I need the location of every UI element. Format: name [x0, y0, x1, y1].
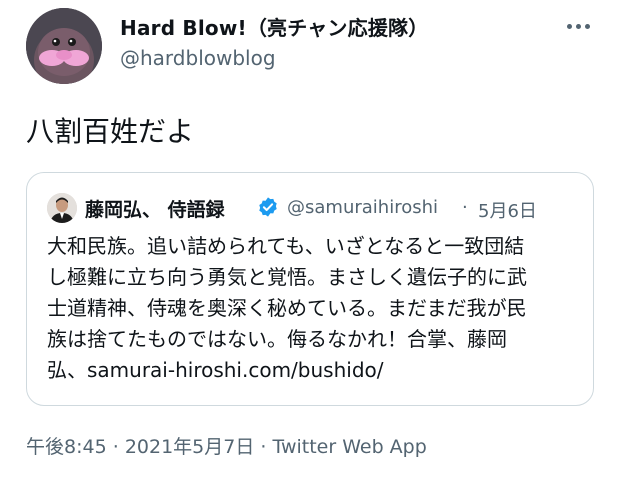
quoted-text-line: 士道精神、侍魂を奥深く秘めている。まだまだ我が民	[47, 296, 527, 320]
quoted-text: 大和民族。追い詰められても、いざとなると一致団結 し極難に立ち向う勇気と覚悟。ま…	[47, 231, 582, 386]
author-handle[interactable]: @hardblowblog	[120, 46, 276, 70]
quoted-text-line: 族は捨てたものではない。侮るなかれ！合掌、藤岡	[47, 327, 507, 351]
quoted-text-line: し極難に立ち向う勇気と覚悟。まさしく遺伝子的に武	[47, 265, 527, 289]
quoted-author-handle[interactable]: @samuraihiroshi	[287, 197, 438, 218]
tweet-text: 八割百姓だよ	[26, 115, 195, 148]
tweet: Hard Blow!（亮チャン応援隊） @hardblowblog 八割百姓だよ…	[0, 0, 620, 484]
author-display-name[interactable]: Hard Blow!（亮チャン応援隊）	[120, 12, 428, 41]
quoted-author-avatar[interactable]	[47, 193, 77, 223]
quoted-tweet-card[interactable]: 藤岡弘、 侍語録 @samuraihiroshi · 5月6日 大和民族。追い詰…	[26, 172, 594, 406]
more-options-button[interactable]	[562, 14, 594, 38]
author-avatar[interactable]	[26, 8, 102, 84]
quoted-author-name[interactable]: 藤岡弘、 侍語録	[85, 195, 225, 222]
tweet-metadata: 午後8:45 · 2021年5月7日 · Twitter Web App	[26, 432, 427, 459]
quoted-text-line: 弘、samurai-hiroshi.com/bushido/	[47, 358, 384, 382]
quoted-date[interactable]: 5月6日	[478, 197, 537, 223]
quoted-separator: ·	[462, 197, 468, 218]
verified-badge-icon	[259, 197, 277, 217]
meta-separator: ·	[260, 436, 267, 458]
tweet-source[interactable]: Twitter Web App	[272, 436, 426, 458]
walrus-character-avatar-icon	[26, 8, 102, 84]
meta-separator: ·	[112, 436, 119, 458]
more-horizontal-icon	[565, 23, 592, 29]
quoted-text-line: 大和民族。追い詰められても、いざとなると一致団結	[47, 234, 525, 258]
person-photo-avatar-icon	[47, 193, 77, 223]
tweet-date[interactable]: 2021年5月7日	[125, 436, 255, 458]
tweet-time[interactable]: 午後8:45	[26, 436, 107, 458]
